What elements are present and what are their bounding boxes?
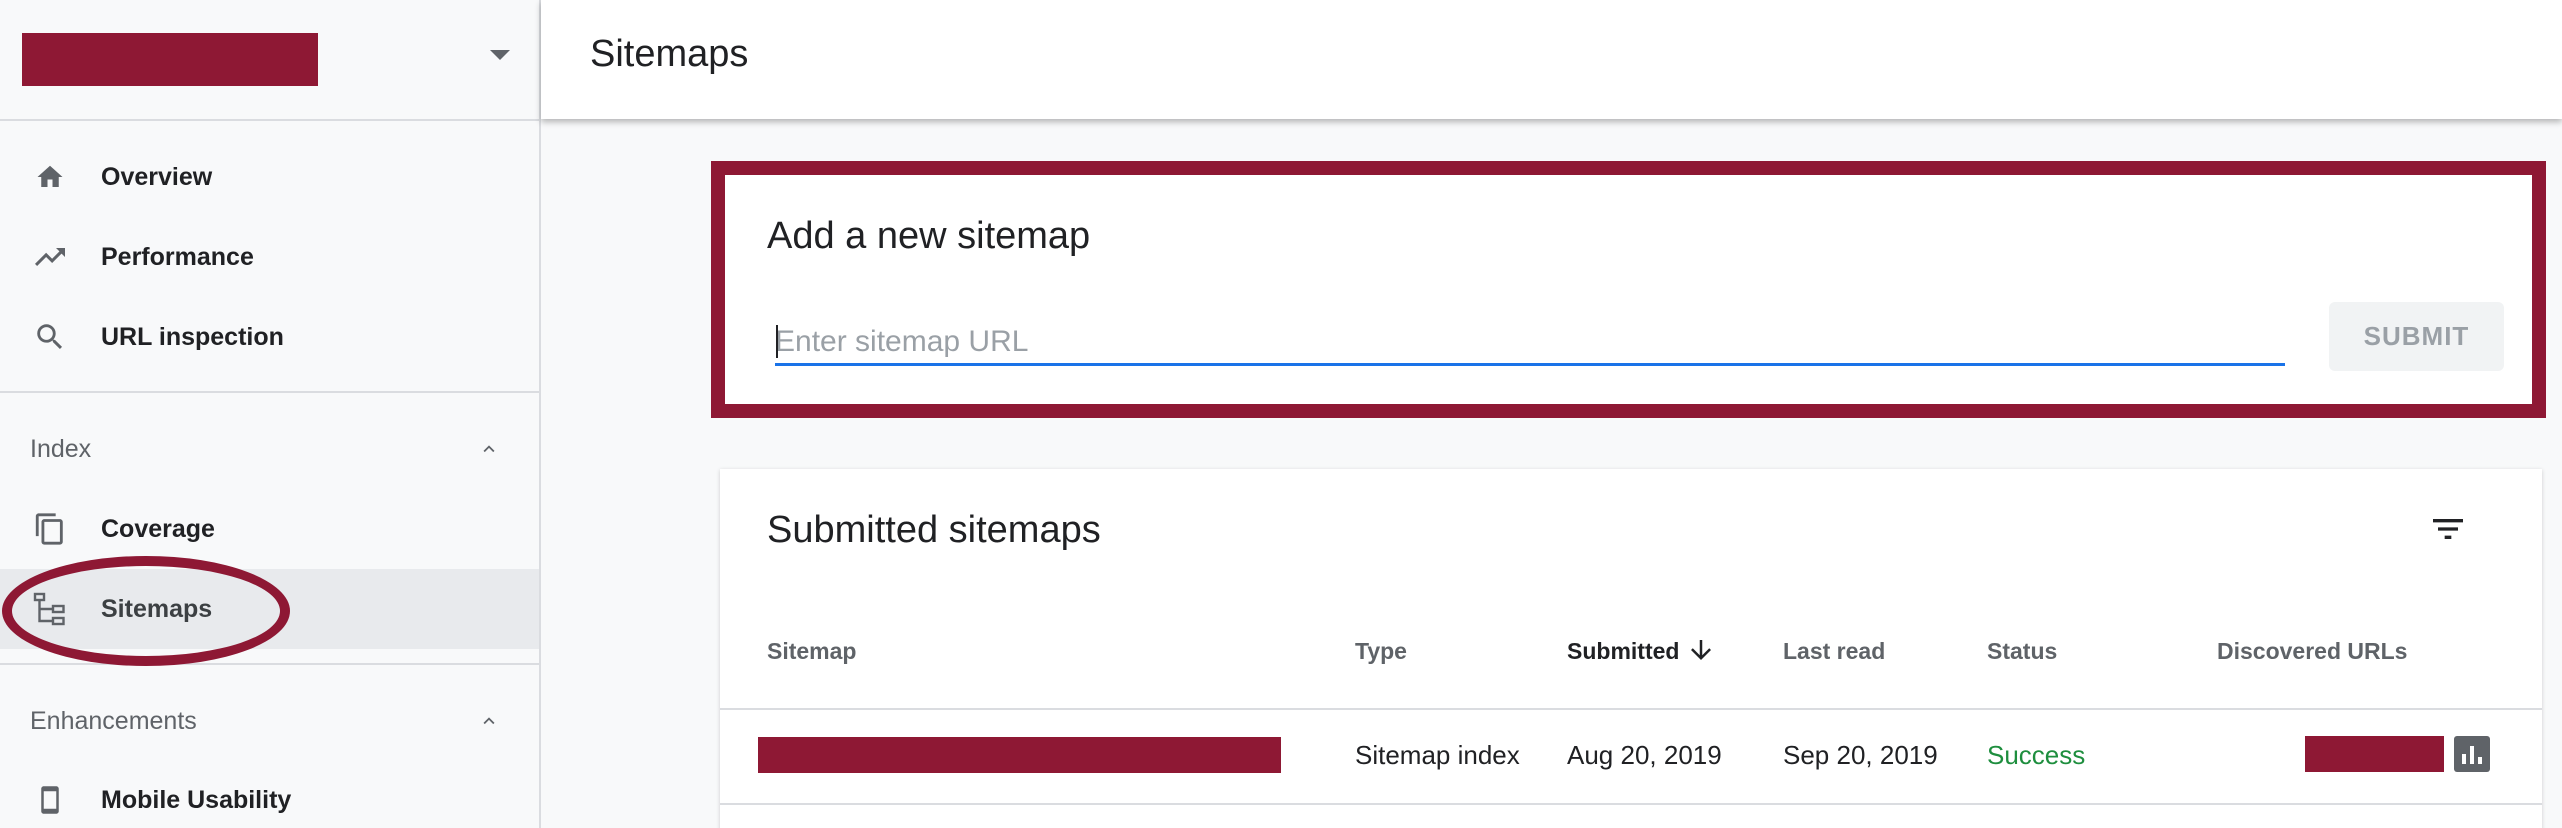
text-cursor	[776, 325, 778, 358]
sidebar-section-enhancements[interactable]: Enhancements	[0, 686, 539, 756]
column-header-submitted[interactable]: Submitted	[1567, 638, 1679, 665]
cell-submitted: Aug 20, 2019	[1567, 740, 1722, 770]
page-title: Sitemaps	[590, 33, 749, 75]
chevron-up-icon[interactable]	[478, 438, 500, 460]
cell-status: Success	[1987, 740, 2086, 770]
sidebar-item-label: Coverage	[101, 514, 215, 543]
add-sitemap-title: Add a new sitemap	[767, 215, 1091, 257]
sidebar-item-label: Mobile Usability	[101, 785, 292, 814]
sidebar-item-label: Performance	[101, 242, 254, 271]
trending-up-icon	[30, 237, 70, 277]
dropdown-caret-icon[interactable]	[490, 50, 510, 60]
sidebar-item-label: Overview	[101, 162, 213, 191]
sidebar-section-index[interactable]: Index	[0, 414, 539, 484]
cell-type: Sitemap index	[1355, 740, 1520, 770]
discovered-urls-redacted	[2305, 736, 2444, 772]
sidebar: Overview Performance URL inspection Inde…	[0, 0, 541, 828]
cell-last-read: Sep 20, 2019	[1783, 740, 1938, 770]
smartphone-icon	[30, 780, 70, 820]
search-icon	[30, 317, 70, 357]
sidebar-item-performance[interactable]: Performance	[0, 217, 539, 297]
bar-chart-icon[interactable]	[2454, 736, 2490, 772]
sidebar-item-overview[interactable]: Overview	[0, 137, 539, 217]
sidebar-item-coverage[interactable]: Coverage	[0, 489, 539, 569]
submit-button[interactable]: SUBMIT	[2329, 302, 2504, 371]
column-header-status[interactable]: Status	[1987, 638, 2057, 665]
column-header-last-read[interactable]: Last read	[1783, 638, 1885, 665]
copy-pages-icon	[30, 509, 70, 549]
sidebar-item-mobile-usability[interactable]: Mobile Usability	[0, 760, 539, 828]
submitted-sitemaps-title: Submitted sitemaps	[767, 509, 1101, 551]
sitemap-url-input[interactable]	[775, 321, 2285, 366]
table-header-divider	[720, 708, 2542, 710]
column-header-sitemap[interactable]: Sitemap	[767, 638, 856, 665]
column-header-discovered-urls[interactable]: Discovered URLs	[2217, 638, 2407, 665]
filter-icon[interactable]	[2425, 509, 2471, 549]
sidebar-item-label: URL inspection	[101, 322, 284, 351]
sidebar-divider	[0, 391, 539, 393]
property-selector[interactable]	[0, 0, 539, 121]
column-header-type[interactable]: Type	[1355, 638, 1407, 665]
chevron-up-icon[interactable]	[478, 710, 500, 732]
sidebar-item-url-inspection[interactable]: URL inspection	[0, 297, 539, 377]
sitemaps-highlight-annotation	[2, 556, 290, 666]
home-icon	[30, 157, 70, 197]
add-sitemap-card: Add a new sitemap SUBMIT	[711, 161, 2546, 418]
top-header: Sitemaps	[541, 0, 2562, 119]
section-label: Enhancements	[30, 706, 197, 735]
sidebar-divider	[0, 663, 539, 665]
section-label: Index	[30, 434, 92, 463]
sort-descending-arrow-icon[interactable]	[1686, 633, 1716, 667]
property-name-redacted	[22, 33, 318, 86]
table-row-divider	[720, 803, 2542, 805]
submitted-sitemaps-card: Submitted sitemaps Sitemap Type Submitte…	[720, 469, 2542, 828]
sitemap-url-redacted	[758, 737, 1281, 773]
